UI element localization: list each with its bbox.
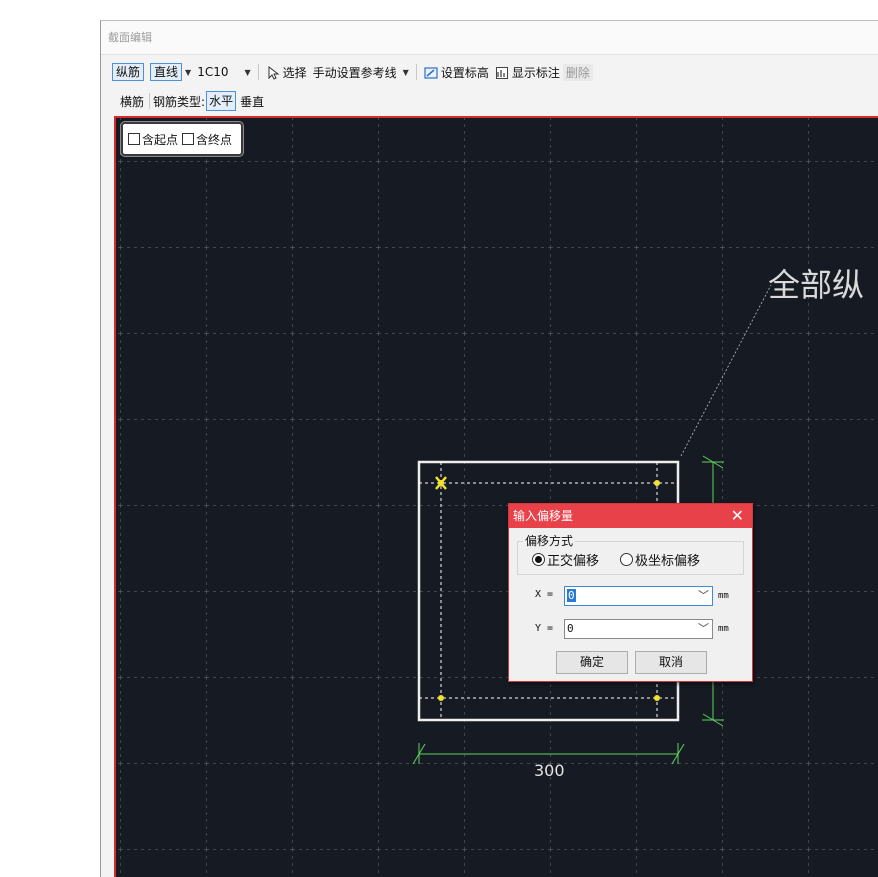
y-offset-value: 0 [567, 622, 574, 635]
drawing-canvas[interactable]: 含起点 含终点 全部纵 300 [114, 116, 878, 877]
show-dimension-label: 显示标注 [511, 65, 560, 80]
chevron-down-icon[interactable]: ﹀ [698, 620, 709, 636]
select-tool-button[interactable]: 选择 [263, 64, 310, 81]
include-start-label: 含起点 [142, 132, 179, 147]
orthogonal-offset-label: 正交偏移 [547, 554, 600, 569]
y-unit: mm [718, 624, 729, 634]
set-elevation-label: 设置标高 [440, 65, 489, 80]
rebar-spec-dropdown-icon[interactable]: ▼ [241, 68, 253, 77]
select-tool-label: 选择 [282, 65, 307, 80]
radio-dot [532, 553, 545, 566]
toolbar-secondary: 横筋 钢筋类型: 水平 垂直 [114, 90, 267, 112]
include-start-checkbox[interactable]: 含起点 [128, 131, 178, 148]
toolbar-separator [257, 64, 259, 80]
include-end-checkbox[interactable]: 含终点 [182, 131, 232, 148]
manual-reference-line-button[interactable]: 手动设置参考线 [310, 64, 400, 81]
endpoint-options-panel: 含起点 含终点 [121, 122, 244, 156]
cursor-arrow-icon [268, 66, 280, 80]
x-label: X = [535, 589, 554, 600]
drawing-svg [116, 118, 878, 877]
ok-button[interactable]: 确定 [556, 651, 628, 674]
section-editor-window: 截面编辑 纵筋 直线 ▼ 1C10 ▼ 选择 手动设置参考线 ▼ 设置标高 显示… [100, 20, 878, 877]
dimension-value: 300 [534, 761, 565, 780]
toolbar-separator [149, 93, 151, 109]
annotation-text: 全部纵 [768, 266, 865, 304]
window-title: 截面编辑 [101, 21, 878, 55]
include-end-label: 含终点 [196, 132, 233, 147]
line-mode-button[interactable]: 直线 [150, 63, 183, 81]
cancel-button[interactable]: 取消 [635, 651, 707, 674]
y-label: Y = [535, 623, 554, 634]
checkbox-box [182, 133, 195, 145]
dialog-title-bar: 输入偏移量 ✕ [509, 504, 752, 528]
vertical-type-button[interactable]: 垂直 [236, 93, 267, 110]
dimension-display-icon [495, 67, 508, 79]
y-offset-input[interactable]: 0 ﹀ [564, 619, 713, 639]
orthogonal-offset-radio[interactable]: 正交偏移 [532, 550, 599, 569]
chevron-down-icon[interactable]: ﹀ [698, 587, 709, 603]
horizontal-type-button[interactable]: 水平 [206, 91, 237, 111]
rebar-spec-select[interactable]: 1C10 [194, 65, 231, 79]
close-icon[interactable]: ✕ [731, 504, 744, 528]
x-offset-value: 0 [567, 589, 576, 602]
checkbox-box [128, 133, 140, 145]
x-unit: mm [718, 591, 729, 601]
radio-dot [620, 553, 633, 566]
elevation-icon [424, 67, 438, 79]
offset-mode-label: 偏移方式 [523, 532, 576, 549]
offset-input-dialog: 输入偏移量 ✕ 偏移方式 正交偏移 极坐标偏移 X = 0 ﹀ mm Y = 0… [508, 503, 753, 682]
show-dimension-button[interactable]: 显示标注 [492, 64, 563, 81]
grid-background [116, 118, 878, 877]
delete-button[interactable]: 删除 [562, 63, 593, 81]
dialog-title: 输入偏移量 [513, 509, 574, 523]
set-elevation-button[interactable]: 设置标高 [421, 64, 492, 81]
rebar-type-label: 钢筋类型: [153, 94, 206, 109]
line-mode-dropdown-icon[interactable]: ▼ [182, 68, 194, 77]
manual-reference-dropdown-icon[interactable]: ▼ [400, 68, 412, 77]
x-offset-input[interactable]: 0 ﹀ [564, 586, 713, 606]
transverse-rebar-button[interactable]: 横筋 [114, 93, 147, 110]
polar-offset-radio[interactable]: 极坐标偏移 [620, 550, 700, 569]
toolbar-separator [415, 64, 417, 80]
longitudinal-rebar-button[interactable]: 纵筋 [112, 63, 145, 81]
toolbar-main: 纵筋 直线 ▼ 1C10 ▼ 选择 手动设置参考线 ▼ 设置标高 显示标注 删除 [112, 59, 878, 85]
polar-offset-label: 极坐标偏移 [635, 554, 701, 569]
